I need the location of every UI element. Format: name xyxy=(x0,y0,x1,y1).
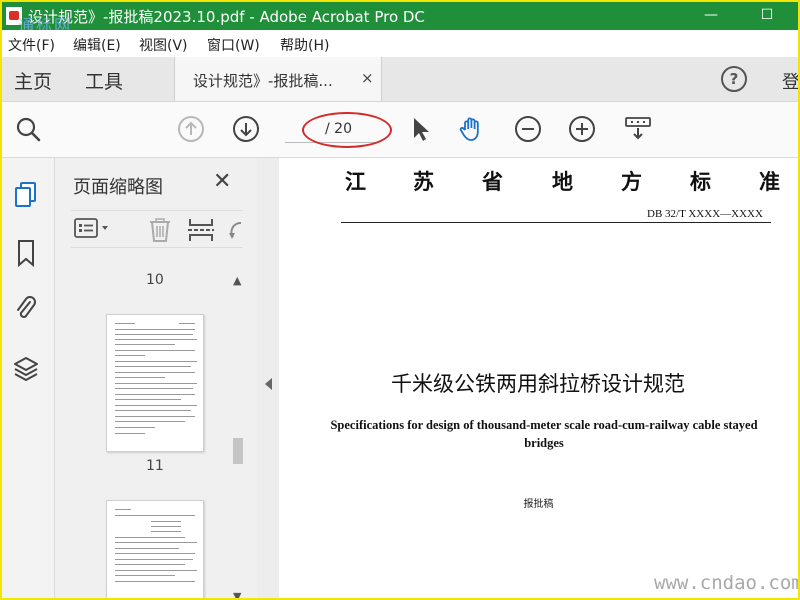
tab-bar: 主页 工具 设计规范》-报批稿... × ? 登 xyxy=(2,57,798,102)
thumbnail-page-label-10: 10 xyxy=(146,272,164,288)
tab-tools[interactable]: 工具 xyxy=(85,67,123,94)
sign-in-link[interactable]: 登 xyxy=(782,68,798,94)
panel-title: 页面缩略图 xyxy=(73,177,163,198)
tab-home[interactable]: 主页 xyxy=(14,67,52,94)
collapse-panel-icon[interactable] xyxy=(265,378,272,390)
next-page-icon[interactable] xyxy=(232,115,260,143)
menu-file[interactable]: 文件(F) xyxy=(8,35,55,55)
zoom-out-icon[interactable] xyxy=(514,115,542,143)
standard-number: DB 32/T XXXX—XXXX xyxy=(647,208,763,220)
scroll-down-icon[interactable]: ▼ xyxy=(233,590,241,598)
app-window: 设计规范》-报批稿2023.10.pdf - Adobe Acrobat Pro… xyxy=(0,0,800,600)
org-char: 地 xyxy=(552,169,573,194)
panel-splitter[interactable] xyxy=(257,158,279,598)
previous-page-icon[interactable] xyxy=(177,115,205,143)
org-char: 方 xyxy=(621,169,642,194)
thumbnail-scrollbar[interactable]: ▲ ▼ xyxy=(231,272,245,598)
title-bar: 设计规范》-报批稿2023.10.pdf - Adobe Acrobat Pro… xyxy=(2,2,798,35)
menu-help[interactable]: 帮助(H) xyxy=(280,35,329,55)
page-thumbnails-panel: 页面缩略图 ✕ 10 11 ▲ ▼ xyxy=(55,158,258,598)
maximize-button[interactable]: ☐ xyxy=(752,4,782,26)
attachments-icon[interactable] xyxy=(12,294,40,324)
document-title-en: Specifications for design of thousand-me… xyxy=(330,418,758,450)
menu-window[interactable]: 窗口(W) xyxy=(207,35,260,55)
menu-edit[interactable]: 编辑(E) xyxy=(73,35,121,55)
page-thumbnail-12[interactable] xyxy=(106,500,204,598)
header-rule xyxy=(341,222,771,223)
menu-view[interactable]: 视图(V) xyxy=(139,35,188,55)
org-char: 省 xyxy=(482,169,503,194)
org-char: 准 xyxy=(759,169,780,194)
close-tab-button[interactable]: × xyxy=(361,69,374,87)
thumbnail-options-icon[interactable] xyxy=(73,217,113,241)
red-annotation-circle xyxy=(302,112,392,148)
thumbnail-page-label-11: 11 xyxy=(146,458,164,474)
org-char: 苏 xyxy=(413,169,434,194)
extract-pages-icon[interactable] xyxy=(187,217,215,243)
select-pointer-icon[interactable] xyxy=(406,115,434,143)
document-tab-label: 设计规范》-报批稿... xyxy=(193,72,333,90)
rotate-page-icon[interactable] xyxy=(227,217,243,243)
site-watermark: www.cndao.com xyxy=(654,572,800,594)
tab-document[interactable]: 设计规范》-报批稿... × xyxy=(174,57,382,101)
scroll-thumb[interactable] xyxy=(233,438,243,464)
close-panel-button[interactable]: ✕ xyxy=(213,169,231,194)
page-thumbnails-icon[interactable] xyxy=(12,180,40,210)
document-page: 江 苏 省 地 方 标 准 DB 32/T XXXX—XXXX 千米级公铁两用斜… xyxy=(279,158,800,598)
scroll-up-icon[interactable]: ▲ xyxy=(233,274,241,287)
layers-icon[interactable] xyxy=(12,354,40,384)
menu-bar: 文件(F) 编辑(E) 视图(V) 窗口(W) 帮助(H) xyxy=(2,30,798,57)
page-thumbnail-11[interactable] xyxy=(106,314,204,452)
window-title: 设计规范》-报批稿2023.10.pdf - Adobe Acrobat Pro… xyxy=(28,8,425,26)
draft-label: 报批稿 xyxy=(523,499,554,510)
bookmarks-icon[interactable] xyxy=(12,238,40,268)
help-icon[interactable]: ? xyxy=(721,66,747,92)
minimize-button[interactable]: — xyxy=(696,4,726,26)
search-icon[interactable] xyxy=(14,115,42,143)
zoom-in-icon[interactable] xyxy=(568,115,596,143)
delete-page-icon[interactable] xyxy=(147,217,173,243)
more-tools-icon[interactable] xyxy=(624,115,652,143)
org-char: 江 xyxy=(345,169,366,194)
toolbar: / 20 xyxy=(2,102,798,158)
org-char: 标 xyxy=(690,169,711,194)
thumbnail-toolbar xyxy=(71,210,243,248)
navigation-rail xyxy=(2,158,55,598)
hand-tool-icon[interactable] xyxy=(458,115,486,143)
document-title-cn: 千米级公铁两用斜拉桥设计规范 xyxy=(391,372,685,396)
